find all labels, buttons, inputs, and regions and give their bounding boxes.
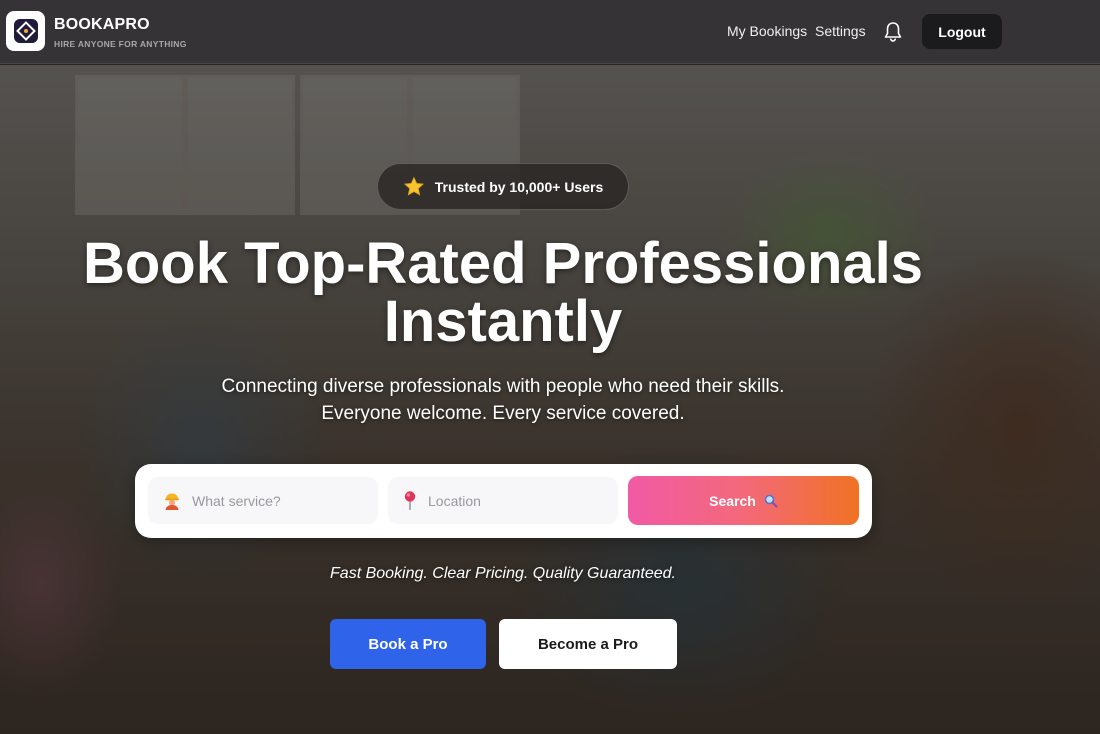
- top-navbar: BOOKAPRO HIRE ANYONE FOR ANYTHING My Boo…: [0, 0, 1100, 64]
- subtext-line-1: Connecting diverse professionals with pe…: [221, 376, 785, 397]
- search-card: Search: [135, 464, 872, 538]
- brand-tagline: HIRE ANYONE FOR ANYTHING: [54, 39, 187, 49]
- hero-tagline: Fast Booking. Clear Pricing. Quality Gua…: [330, 565, 676, 582]
- headline-line-1: Book Top-Rated Professionals: [82, 231, 924, 296]
- brand-name: BOOKAPRO: [54, 16, 150, 33]
- hero-headline: Book Top-Rated Professionals Instantly: [0, 235, 1006, 351]
- subtext-line-2: Everyone welcome. Every service covered.: [321, 403, 685, 424]
- brand-logo[interactable]: [6, 11, 45, 51]
- pin-icon: [404, 490, 416, 510]
- search-button-label: Search: [709, 492, 756, 509]
- magnifier-icon: [764, 494, 778, 508]
- headline-line-2: Instantly: [383, 289, 623, 354]
- nav-my-bookings[interactable]: My Bookings: [727, 23, 807, 39]
- star-icon: [403, 176, 424, 196]
- hero-subtext: Connecting diverse professionals with pe…: [0, 373, 1006, 427]
- logout-button[interactable]: Logout: [922, 14, 1002, 49]
- nav-settings[interactable]: Settings: [815, 23, 866, 39]
- diamond-logo-icon: [13, 19, 38, 43]
- service-input[interactable]: [192, 492, 352, 509]
- search-button[interactable]: Search: [628, 476, 859, 525]
- worker-icon: [165, 493, 179, 510]
- book-a-pro-button[interactable]: Book a Pro: [330, 619, 486, 669]
- trust-badge: Trusted by 10,000+ Users: [377, 163, 629, 210]
- service-field[interactable]: [148, 477, 378, 524]
- location-input[interactable]: [428, 492, 588, 509]
- location-field[interactable]: [388, 477, 618, 524]
- hero-section: Trusted by 10,000+ Users Book Top-Rated …: [0, 65, 1100, 734]
- trust-badge-text: Trusted by 10,000+ Users: [434, 178, 604, 195]
- become-a-pro-button[interactable]: Become a Pro: [499, 619, 677, 669]
- bell-icon[interactable]: [883, 21, 903, 43]
